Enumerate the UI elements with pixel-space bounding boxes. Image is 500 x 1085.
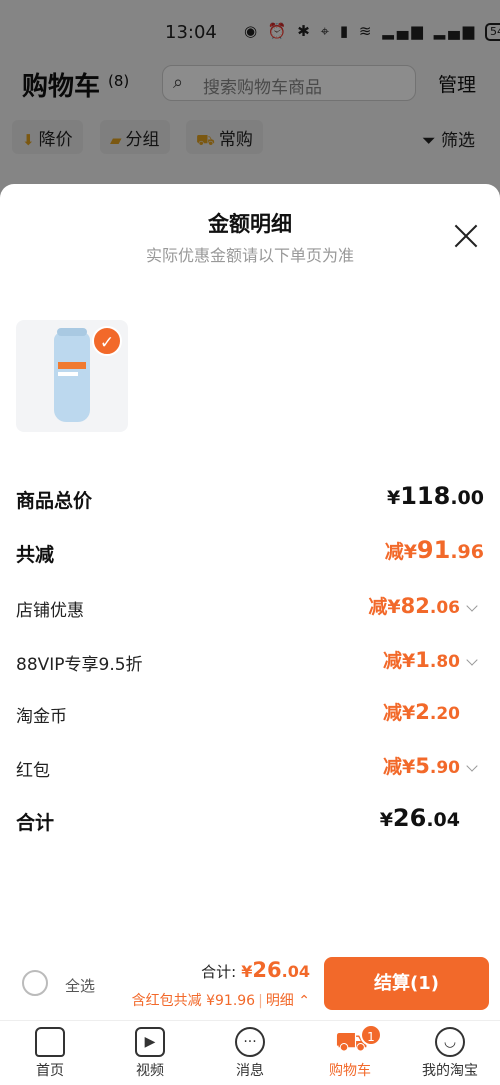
- row-value: 减¥1.80: [383, 648, 460, 672]
- row-label: 红包: [16, 761, 50, 781]
- tab-label: 首页: [36, 1063, 64, 1079]
- tab-label: 我的淘宝: [422, 1063, 478, 1079]
- bottle-cap: [57, 328, 87, 336]
- total-label: 合计:: [201, 963, 237, 981]
- row-value: 减¥91.96: [384, 536, 484, 564]
- sheet-subtitle: 实际优惠金额请以下单页为准: [145, 246, 354, 265]
- row-value: 减¥2.20: [383, 700, 460, 724]
- sunscreen-bottle-image: [54, 328, 90, 422]
- tab-home[interactable]: 首页: [0, 1021, 100, 1085]
- chat-icon: ···: [235, 1027, 265, 1057]
- row-label: 共减: [16, 544, 55, 566]
- row-value: 减¥82.06: [368, 594, 460, 618]
- row-value: ¥26.04: [379, 804, 460, 832]
- discount-note: 含红包共减 ¥91.96: [131, 993, 256, 1009]
- tab-me[interactable]: ◡ 我的淘宝: [400, 1021, 500, 1085]
- bottle-label-stripe: [58, 372, 78, 376]
- tab-label: 购物车: [329, 1063, 371, 1079]
- row-goods-total: 商品总价 ¥118.00: [16, 482, 484, 522]
- total-value: ¥26.04: [241, 958, 310, 982]
- row-value: 减¥5.90: [383, 754, 460, 778]
- bottle-label: [58, 362, 86, 369]
- checkout-total: 合计: ¥26.04: [170, 958, 310, 982]
- row-label: 合计: [16, 812, 55, 834]
- tab-label: 消息: [236, 1063, 264, 1079]
- select-all-checkbox[interactable]: [22, 970, 48, 996]
- chevron-down-icon[interactable]: [466, 654, 478, 666]
- checkout-bar: 全选 合计: ¥26.04 含红包共减 ¥91.96 | 明细 ⌃ 结算(1): [0, 950, 500, 1020]
- row-label: 店铺优惠: [16, 601, 84, 621]
- cart-badge: 1: [360, 1024, 382, 1046]
- sheet-title: 金额明细: [208, 212, 292, 236]
- tab-bar: 首页 ▶ 视频 ··· 消息 ⛟ 1 购物车 ◡ 我的淘宝: [0, 1020, 500, 1085]
- row-label: 商品总价: [16, 490, 93, 512]
- select-all-label[interactable]: 全选: [65, 975, 95, 996]
- play-icon: ▶: [135, 1027, 165, 1057]
- chevron-down-icon[interactable]: [466, 600, 478, 612]
- product-thumbnail[interactable]: ✓: [16, 320, 128, 432]
- row-total-discount: 共减 减¥91.96: [16, 536, 484, 576]
- tab-video[interactable]: ▶ 视频: [100, 1021, 200, 1085]
- tab-label: 视频: [136, 1063, 164, 1079]
- chevron-up-icon: ⌃: [298, 993, 310, 1009]
- row-taojinbi: 淘金币 减¥2.20: [16, 698, 484, 738]
- home-icon: [35, 1027, 65, 1057]
- row-sum: 合计 ¥26.04: [16, 804, 484, 844]
- row-vip-discount[interactable]: 88VIP专享9.5折 减¥1.80: [16, 646, 484, 686]
- check-icon[interactable]: ✓: [92, 326, 122, 356]
- close-icon[interactable]: [452, 222, 480, 250]
- smile-icon: ◡: [435, 1027, 465, 1057]
- tab-cart[interactable]: ⛟ 1 购物车: [300, 1021, 400, 1085]
- row-red-packet[interactable]: 红包 减¥5.90: [16, 752, 484, 792]
- discount-summary[interactable]: 含红包共减 ¥91.96 | 明细 ⌃: [100, 990, 310, 1010]
- tab-messages[interactable]: ··· 消息: [200, 1021, 300, 1085]
- row-value: ¥118.00: [386, 482, 484, 510]
- row-label: 淘金币: [16, 707, 67, 727]
- detail-link[interactable]: 明细: [266, 993, 294, 1009]
- chevron-down-icon[interactable]: [466, 760, 478, 772]
- checkout-button[interactable]: 结算(1): [324, 957, 489, 1010]
- row-shop-discount[interactable]: 店铺优惠 减¥82.06: [16, 592, 484, 632]
- row-label: 88VIP专享9.5折: [16, 655, 143, 675]
